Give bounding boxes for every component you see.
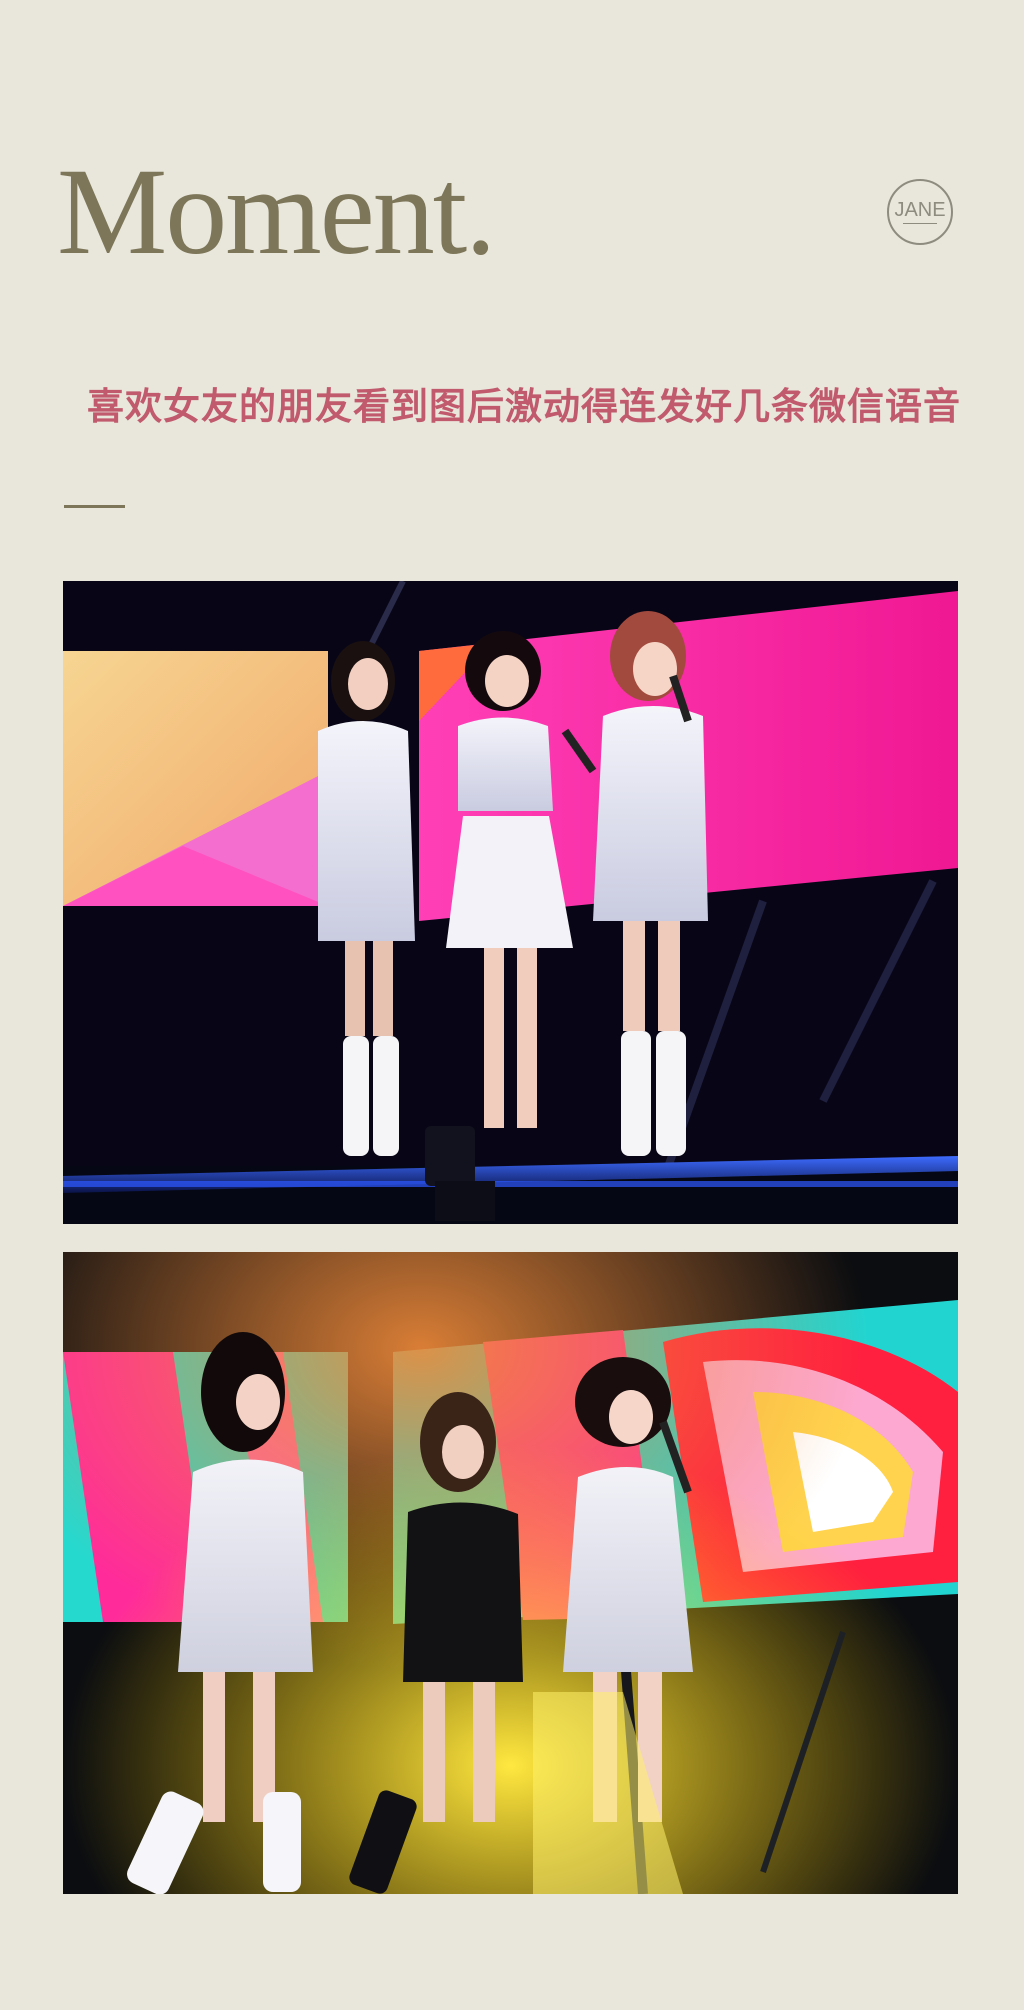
- concert-photo-2-image: [63, 1252, 958, 1894]
- concert-photo-1-image: [63, 581, 958, 1224]
- concert-photo-2[interactable]: [63, 1252, 958, 1894]
- section-divider: [64, 505, 125, 508]
- brand-logo-text: JANE: [894, 198, 946, 221]
- page-title: Moment.: [57, 143, 496, 280]
- article-subtitle: 喜欢女友的朋友看到图后激动得连发好几条微信语音: [87, 384, 961, 428]
- concert-photo-1[interactable]: [63, 581, 958, 1224]
- brand-logo-underline: [903, 222, 937, 225]
- brand-logo[interactable]: JANE: [887, 179, 953, 245]
